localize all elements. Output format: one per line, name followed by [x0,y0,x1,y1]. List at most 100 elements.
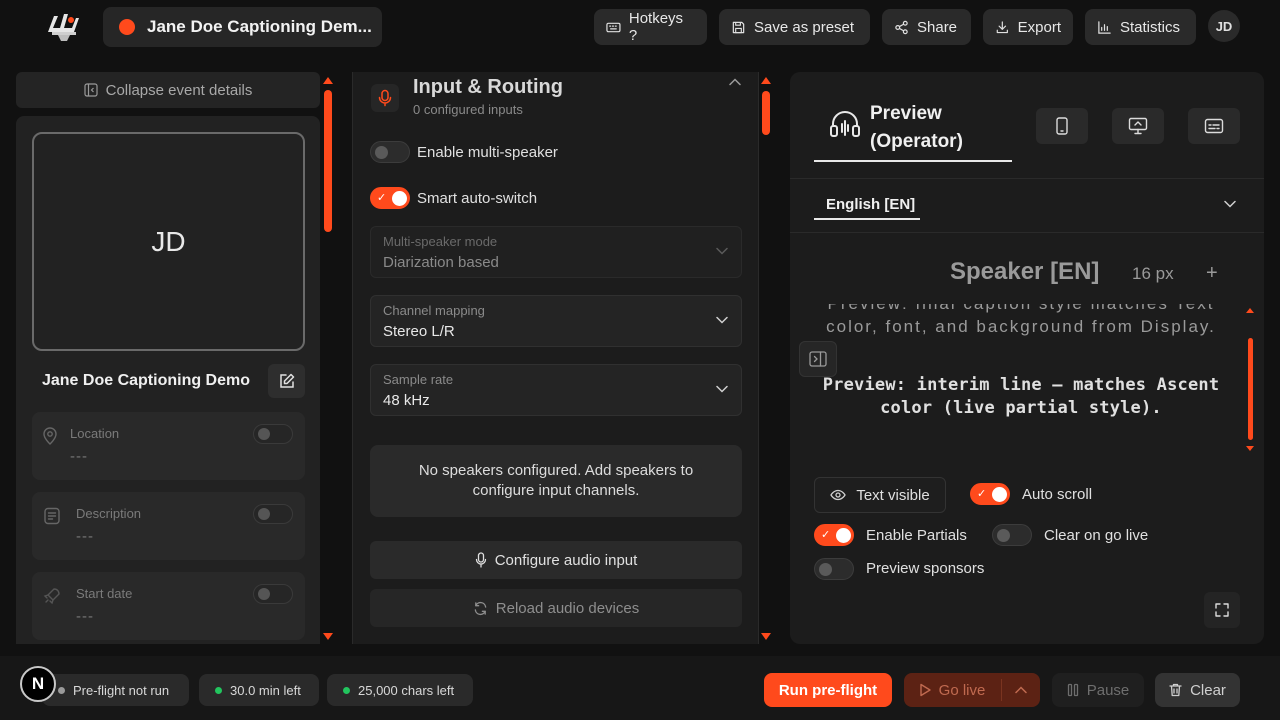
caption-scrollbar[interactable] [1248,338,1253,440]
preflight-status: Pre-flight not run [42,674,189,706]
location-toggle[interactable] [253,424,293,444]
select-label: Sample rate [383,372,454,387]
pause-label: Pause [1086,681,1130,699]
refresh-icon [474,601,487,615]
text-visible-button[interactable]: Text visible [814,477,946,513]
status-dot [343,686,350,694]
hotkeys-button[interactable]: Hotkeys ? [594,9,707,45]
description-toggle[interactable] [253,504,293,524]
headset-icon [830,111,860,137]
sample-rate-select[interactable]: Sample rate 48 kHz [370,364,742,416]
reload-audio-label: Reload audio devices [495,599,640,617]
statistics-label: Statistics [1120,18,1181,36]
location-value: --- [70,448,88,465]
user-avatar[interactable]: JD [1208,10,1240,42]
preview-tab-title: Preview (Operator) [870,103,963,152]
share-label: Share [917,18,958,36]
chevron-up-icon[interactable] [729,78,741,86]
description-label: Description [76,506,142,521]
sidebar-toggle-icon [809,351,827,367]
statistics-button[interactable]: Statistics [1085,9,1196,45]
text-visible-label: Text visible [856,486,930,504]
select-value: 48 kHz [383,392,430,409]
export-button[interactable]: Export [983,9,1073,45]
fullscreen-button[interactable] [1204,592,1240,628]
select-label: Channel mapping [383,303,485,318]
app-badge[interactable]: N [20,666,56,702]
multi-speaker-toggle[interactable] [370,141,410,163]
increase-font-size-button[interactable]: + [1206,262,1218,285]
document-icon [44,507,60,525]
preview-panel: Preview (Operator) English [EN] Speaker … [790,72,1264,644]
pause-button[interactable]: Pause [1052,673,1144,707]
multi-speaker-label: Enable multi-speaker [417,144,558,161]
keyboard-icon [606,22,621,32]
start-date-toggle[interactable] [253,584,293,604]
pause-icon [1067,683,1078,697]
event-panel-scrollbar[interactable] [324,90,332,232]
scroll-down-arrow-icon[interactable] [1246,446,1254,451]
scroll-up-arrow-icon[interactable] [1246,308,1254,313]
auto-scroll-label: Auto scroll [1022,486,1093,503]
app-logo-icon[interactable] [44,10,82,42]
tab-preview-operator[interactable]: Preview (Operator) [814,96,1012,162]
tab-mobile-preview[interactable] [1036,108,1088,144]
edit-event-button[interactable] [268,364,305,398]
description-value: --- [76,528,94,545]
event-selector[interactable]: Jane Doe Captioning Dem... [103,7,382,47]
multi-speaker-mode-select[interactable]: Multi-speaker mode Diarization based [370,226,742,278]
auto-scroll-toggle[interactable]: ✓ [970,483,1010,505]
map-pin-icon [43,427,57,445]
smart-auto-switch-toggle[interactable]: ✓ [370,187,410,209]
time-left-label: 30.0 min left [230,682,301,698]
collapse-event-details-button[interactable]: Collapse event details [16,72,320,108]
final-caption-text: Preview: final caption style matches Tex… [826,304,1216,336]
event-avatar[interactable]: JD [32,132,305,351]
start-date-label: Start date [76,586,133,601]
clear-label: Clear [1190,681,1226,699]
time-left-status: 30.0 min left [199,674,319,706]
microphone-icon [371,84,399,112]
configure-audio-label: Configure audio input [494,551,638,569]
run-preflight-button[interactable]: Run pre-flight [764,673,892,707]
scroll-down-arrow-icon[interactable] [323,633,333,640]
save-preset-label: Save as preset [754,18,855,36]
clear-on-go-live-toggle[interactable] [992,524,1032,546]
tab-language-en[interactable]: English [EN] [814,194,920,220]
clear-button[interactable]: Clear [1155,673,1240,707]
event-details-card: JD Jane Doe Captioning Demo Location ---… [16,116,320,644]
location-field: Location --- [32,412,305,480]
captions-icon [1204,118,1224,134]
collapse-panel-icon [84,83,98,97]
divider [790,232,1264,233]
enable-partials-toggle[interactable]: ✓ [814,524,854,546]
dock-panel-button[interactable] [799,341,837,377]
collapse-label: Collapse event details [105,81,253,99]
status-dot [215,686,222,694]
mobile-icon [1056,117,1068,135]
save-preset-button[interactable]: Save as preset [719,9,870,45]
save-icon [732,21,745,33]
status-dot [58,686,65,694]
chevron-down-icon[interactable] [1224,200,1236,208]
start-date-field: Start date --- [32,572,305,640]
go-live-options-button[interactable] [1002,673,1040,707]
select-value: Diarization based [383,254,499,271]
smart-auto-switch-label: Smart auto-switch [417,190,538,207]
tab-screen-preview[interactable] [1112,108,1164,144]
go-live-button[interactable]: Go live [904,673,1000,707]
configure-audio-input-button[interactable]: Configure audio input [370,541,742,579]
reload-audio-devices-button[interactable]: Reload audio devices [370,589,742,627]
scroll-up-arrow-icon[interactable] [323,77,333,84]
channel-mapping-select[interactable]: Channel mapping Stereo L/R [370,295,742,347]
no-speakers-note: No speakers configured. Add speakers to … [370,445,742,517]
preview-sponsors-toggle[interactable] [814,558,854,580]
share-button[interactable]: Share [882,9,971,45]
scroll-down-arrow-icon[interactable] [761,633,771,640]
scroll-up-arrow-icon[interactable] [761,77,771,84]
chevron-down-icon [716,385,728,393]
tab-captions-preview[interactable] [1188,108,1240,144]
description-field: Description --- [32,492,305,560]
input-routing-scrollbar[interactable] [762,91,770,135]
bar-chart-icon [1098,20,1111,34]
